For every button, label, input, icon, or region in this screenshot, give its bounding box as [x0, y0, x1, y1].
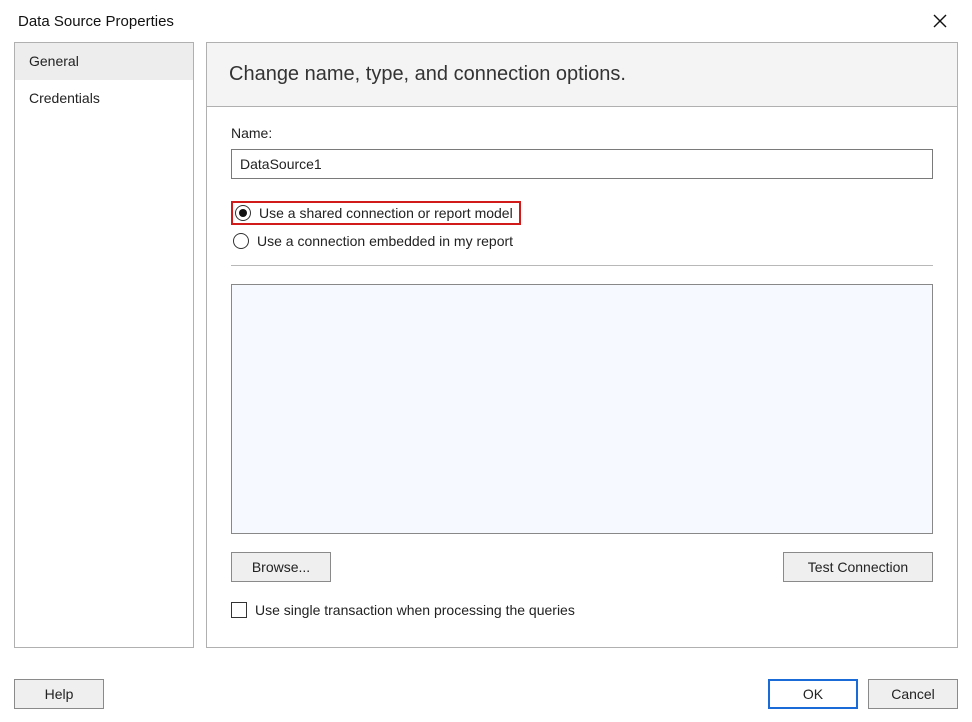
sidebar-item-label: General	[29, 53, 79, 69]
radio-label: Use a shared connection or report model	[259, 205, 513, 221]
connection-list[interactable]	[231, 284, 933, 534]
radio-icon	[235, 205, 251, 221]
sidebar-item-label: Credentials	[29, 90, 100, 106]
close-icon[interactable]	[920, 5, 960, 37]
radio-shared-connection[interactable]: Use a shared connection or report model	[231, 201, 521, 225]
browse-button[interactable]: Browse...	[231, 552, 331, 582]
radio-icon	[233, 233, 249, 249]
ok-button[interactable]: OK	[768, 679, 858, 709]
dialog-footer: Help OK Cancel	[0, 666, 972, 722]
main-panel: Change name, type, and connection option…	[206, 42, 958, 648]
single-transaction-row[interactable]: Use single transaction when processing t…	[231, 602, 933, 618]
name-label: Name:	[231, 125, 933, 141]
cancel-button[interactable]: Cancel	[868, 679, 958, 709]
radio-embedded-connection[interactable]: Use a connection embedded in my report	[231, 231, 519, 251]
connection-type-group: Use a shared connection or report model …	[231, 201, 933, 251]
separator	[231, 265, 933, 266]
sidebar-item-general[interactable]: General	[15, 43, 193, 80]
window-title: Data Source Properties	[18, 13, 174, 30]
sidebar: General Credentials	[14, 42, 194, 648]
panel-heading: Change name, type, and connection option…	[207, 43, 957, 107]
radio-label: Use a connection embedded in my report	[257, 233, 513, 249]
panel-body: Name: Use a shared connection or report …	[207, 107, 957, 647]
dialog-window: Data Source Properties General Credentia…	[0, 0, 972, 722]
help-button[interactable]: Help	[14, 679, 104, 709]
checkbox-icon	[231, 602, 247, 618]
name-input[interactable]	[231, 149, 933, 179]
test-connection-button[interactable]: Test Connection	[783, 552, 933, 582]
workarea: General Credentials Change name, type, a…	[0, 42, 972, 666]
single-transaction-label: Use single transaction when processing t…	[255, 602, 575, 618]
sidebar-item-credentials[interactable]: Credentials	[15, 80, 193, 117]
connection-buttons-row: Browse... Test Connection	[231, 552, 933, 582]
titlebar: Data Source Properties	[0, 0, 972, 42]
